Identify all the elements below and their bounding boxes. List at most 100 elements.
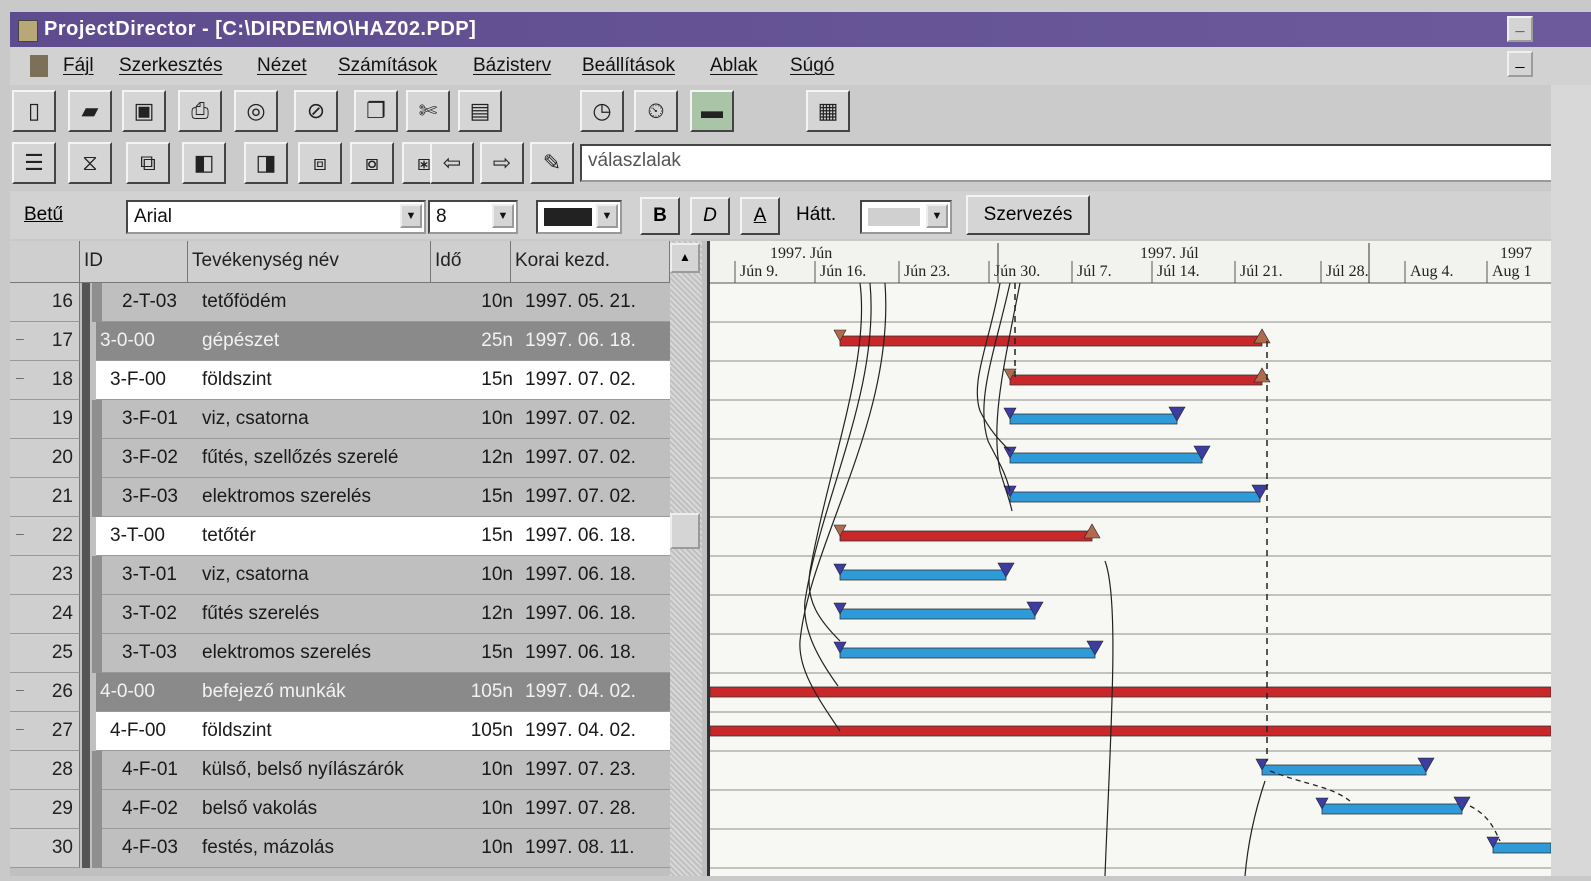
activity-name[interactable]: festés, mázolás xyxy=(198,829,441,868)
activity-id[interactable]: 4-0-00 xyxy=(96,673,198,712)
menu-window[interactable]: Ablak xyxy=(710,55,758,77)
activity-duration[interactable]: 10n xyxy=(441,283,521,322)
activity-id[interactable]: 3-F-03 xyxy=(96,478,198,517)
table-row[interactable]: 27 4-F-00 földszint 105n 1997. 04. 02. – xyxy=(10,712,707,751)
menu-edit[interactable]: Szerkesztés xyxy=(119,55,222,77)
italic-button[interactable]: D xyxy=(690,197,730,235)
row-number[interactable]: 23 xyxy=(10,556,80,595)
table-row[interactable]: 25 3-T-03 elektromos szerelés 15n 1997. 06. … xyxy=(10,634,707,673)
activity-early-start[interactable]: 1997. 04. 02. xyxy=(521,712,670,751)
collapse-icon[interactable]: – xyxy=(16,525,24,541)
clock-icon[interactable]: ◷ xyxy=(580,90,624,132)
calculator-icon[interactable]: ▦ xyxy=(806,90,850,132)
row-number[interactable]: 20 xyxy=(10,439,80,478)
activity-name[interactable]: befejező munkák xyxy=(198,673,441,712)
layer-split-icon[interactable]: ⧇ xyxy=(350,142,394,184)
arrow-right-icon[interactable]: ⇨ xyxy=(480,142,524,184)
activity-duration[interactable]: 10n xyxy=(441,829,521,868)
row-number[interactable]: 28 xyxy=(10,751,80,790)
table-row[interactable]: 29 4-F-02 belső vakolás 10n 1997. 07. 28. xyxy=(10,790,707,829)
activity-early-start[interactable]: 1997. 07. 23. xyxy=(521,751,670,790)
activity-id[interactable]: 3-T-03 xyxy=(96,634,198,673)
cancel-icon[interactable]: ⊘ xyxy=(294,90,338,132)
link-icon[interactable]: ⧉ xyxy=(126,142,170,184)
activity-name[interactable]: viz, csatorna xyxy=(198,556,441,595)
chevron-down-icon[interactable]: ▼ xyxy=(400,204,422,228)
indent-icon[interactable]: ☰ xyxy=(12,142,56,184)
toolbox-icon[interactable]: ▬ xyxy=(690,90,734,132)
activity-early-start[interactable]: 1997. 07. 28. xyxy=(521,790,670,829)
bold-button[interactable]: B xyxy=(640,197,680,235)
scroll-up-icon[interactable]: ▲ xyxy=(670,243,700,273)
column-header-early-start[interactable]: Korai kezd. xyxy=(511,241,670,283)
table-row[interactable]: 30 4-F-03 festés, mázolás 10n 1997. 08. 11. xyxy=(10,829,707,868)
activity-name[interactable]: földszint xyxy=(198,361,441,400)
activity-name[interactable]: belső vakolás xyxy=(198,790,441,829)
activity-name[interactable]: fűtés szerelés xyxy=(198,595,441,634)
print-preview-icon[interactable]: ◎ xyxy=(234,90,278,132)
organize-button[interactable]: Szervezés xyxy=(966,195,1090,235)
activity-id[interactable]: 2-T-03 xyxy=(96,283,198,322)
activity-id[interactable]: 3-T-00 xyxy=(96,517,198,556)
cut-icon[interactable]: ✄ xyxy=(406,90,450,132)
activity-name[interactable]: földszint xyxy=(198,712,441,751)
activity-name[interactable]: elektromos szerelés xyxy=(198,478,441,517)
column-header-duration[interactable]: Idő xyxy=(431,241,511,283)
activity-early-start[interactable]: 1997. 07. 02. xyxy=(521,361,670,400)
activity-early-start[interactable]: 1997. 06. 18. xyxy=(521,634,670,673)
print-icon[interactable]: ⎙ xyxy=(178,90,222,132)
font-select[interactable]: Arial ▼ xyxy=(126,200,426,234)
activity-name[interactable]: tetőfödém xyxy=(198,283,441,322)
row-number[interactable]: 25 xyxy=(10,634,80,673)
background-select[interactable]: ▼ xyxy=(860,200,952,234)
activity-duration[interactable]: 12n xyxy=(441,595,521,634)
activity-duration[interactable]: 12n xyxy=(441,439,521,478)
activity-early-start[interactable]: 1997. 07. 02. xyxy=(521,400,670,439)
table-row[interactable]: 23 3-T-01 viz, csatorna 10n 1997. 06. 18. xyxy=(10,556,707,595)
copy-icon[interactable]: ❐ xyxy=(354,90,398,132)
activity-early-start[interactable]: 1997. 07. 02. xyxy=(521,478,670,517)
table-row[interactable]: 24 3-T-02 fűtés szerelés 12n 1997. 06. 18. xyxy=(10,595,707,634)
row-number[interactable]: 21 xyxy=(10,478,80,517)
activity-id[interactable]: 4-F-02 xyxy=(96,790,198,829)
arrow-left-icon[interactable]: ⇦ xyxy=(430,142,474,184)
activity-early-start[interactable]: 1997. 08. 11. xyxy=(521,829,670,868)
activity-duration[interactable]: 10n xyxy=(441,790,521,829)
activity-name[interactable]: tetőtér xyxy=(198,517,441,556)
chevron-down-icon[interactable]: ▼ xyxy=(492,204,514,228)
activity-duration[interactable]: 10n xyxy=(441,556,521,595)
menu-calculations[interactable]: Számítások xyxy=(338,55,437,77)
table-row[interactable]: 28 4-F-01 külső, belső nyílászárók 10n 1997.… xyxy=(10,751,707,790)
menu-file[interactable]: Fájl xyxy=(63,55,94,77)
edit-icon[interactable]: ✎ xyxy=(530,142,574,184)
activity-name[interactable]: külső, belső nyílászárók xyxy=(198,751,441,790)
outdent-icon[interactable]: ⧖ xyxy=(68,142,112,184)
table-row[interactable]: 21 3-F-03 elektromos szerelés 15n 1997. 07. … xyxy=(10,478,707,517)
collapse-icon[interactable]: – xyxy=(16,720,24,736)
activity-early-start[interactable]: 1997. 05. 21. xyxy=(521,283,670,322)
activity-id[interactable]: 3-T-02 xyxy=(96,595,198,634)
activity-id[interactable]: 3-F-01 xyxy=(96,400,198,439)
row-number[interactable]: 29 xyxy=(10,790,80,829)
scroll-thumb[interactable] xyxy=(670,513,700,549)
activity-duration[interactable]: 15n xyxy=(441,361,521,400)
activity-duration[interactable]: 10n xyxy=(441,751,521,790)
activity-name[interactable]: viz, csatorna xyxy=(198,400,441,439)
activity-early-start[interactable]: 1997. 06. 18. xyxy=(521,595,670,634)
row-number[interactable]: 16 xyxy=(10,283,80,322)
layer-icon[interactable]: ◨ xyxy=(244,142,288,184)
chevron-down-icon[interactable]: ▼ xyxy=(596,204,618,228)
activity-id[interactable]: 3-0-00 xyxy=(96,322,198,361)
collapse-icon[interactable]: – xyxy=(16,369,24,385)
unlink-icon[interactable]: ◧ xyxy=(182,142,226,184)
activity-duration[interactable]: 15n xyxy=(441,517,521,556)
activity-id[interactable]: 4-F-03 xyxy=(96,829,198,868)
activity-name[interactable]: fűtés, szellőzés szerelé xyxy=(198,439,441,478)
minimize-button[interactable]: _ xyxy=(1507,16,1533,42)
activity-early-start[interactable]: 1997. 04. 02. xyxy=(521,673,670,712)
text-color-select[interactable]: ▼ xyxy=(536,200,622,234)
column-header-id[interactable]: ID xyxy=(80,241,188,283)
paste-icon[interactable]: ▤ xyxy=(458,90,502,132)
table-row[interactable]: 22 3-T-00 tetőtér 15n 1997. 06. 18. – xyxy=(10,517,707,556)
collapse-icon[interactable]: – xyxy=(16,330,24,346)
